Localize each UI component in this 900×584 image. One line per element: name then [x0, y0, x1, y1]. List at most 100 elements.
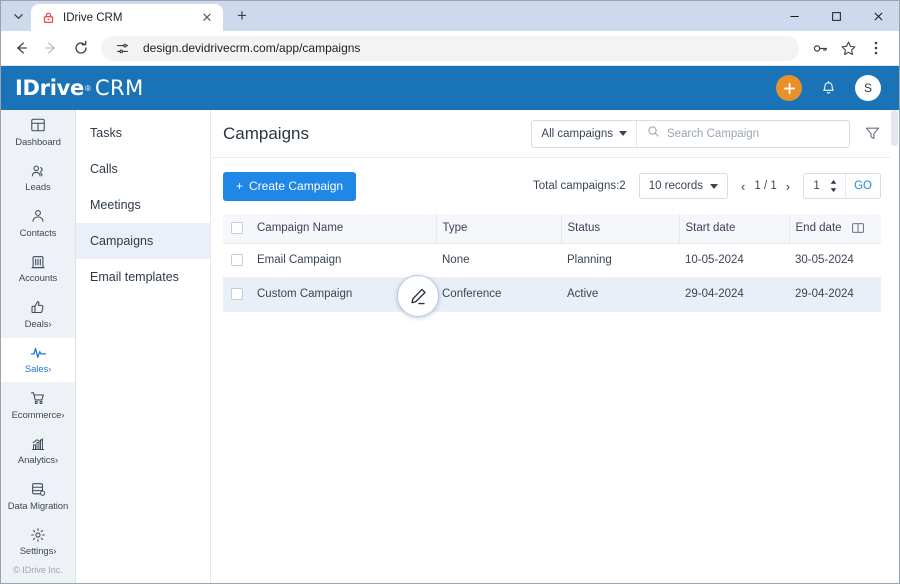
- plus-icon: +: [236, 179, 244, 193]
- cell-end-date: 29-04-2024: [789, 277, 881, 312]
- add-new-button[interactable]: [776, 75, 802, 101]
- header-end-date[interactable]: End date: [788, 214, 881, 244]
- back-button[interactable]: [7, 34, 35, 62]
- window-controls: [773, 1, 899, 31]
- sidebar-label: Ecommerce›: [11, 409, 65, 421]
- sidebar-item-contacts[interactable]: Contacts: [1, 201, 75, 246]
- tune-icon[interactable]: [109, 35, 135, 61]
- sidebar-label: Deals›: [24, 318, 52, 330]
- action-bar: + Create Campaign Total campaigns:2 10 r…: [211, 158, 899, 214]
- sidebar-item-analytics[interactable]: Analytics›: [1, 429, 75, 474]
- key-icon[interactable]: [807, 35, 833, 61]
- sidebar-item-sales[interactable]: Sales›: [1, 337, 75, 382]
- address-bar[interactable]: design.devidrivecrm.com/app/campaigns: [101, 35, 799, 61]
- vertical-scrollbar[interactable]: [890, 110, 899, 583]
- maximize-button[interactable]: [815, 1, 857, 31]
- minimize-button[interactable]: [773, 1, 815, 31]
- page-navigation: ‹ 1 / 1 ›: [741, 180, 790, 193]
- search-input[interactable]: [667, 127, 839, 140]
- sidebar-item-settings[interactable]: Settings›: [1, 520, 75, 565]
- funnel-icon[interactable]: [864, 125, 881, 142]
- sidebar-label: Data Migration: [7, 500, 69, 512]
- row-select-cell: [223, 243, 251, 278]
- browser-tabstrip: IDrive CRM ✕ +: [1, 1, 899, 31]
- subnav-item-campaigns[interactable]: Campaigns: [76, 223, 210, 259]
- table-row[interactable]: Custom Campaign Conference Active 29-04-…: [223, 277, 881, 312]
- bell-icon[interactable]: [820, 80, 837, 97]
- scope-value: All campaigns: [541, 127, 613, 140]
- star-icon[interactable]: [835, 35, 861, 61]
- chevron-down-icon: [619, 131, 627, 136]
- header-status[interactable]: Status: [560, 214, 679, 244]
- chevron-right-icon: ›: [48, 318, 52, 330]
- cell-type: None: [436, 243, 561, 278]
- subnav-item-email-templates[interactable]: Email templates: [76, 259, 210, 295]
- prev-page-button[interactable]: ‹: [741, 180, 745, 193]
- sidebar-item-dashboard[interactable]: Dashboard: [1, 110, 75, 155]
- page-indicator: 1 / 1: [754, 180, 777, 192]
- search-group: All campaigns: [531, 119, 850, 148]
- url-text: design.devidrivecrm.com/app/campaigns: [143, 41, 361, 55]
- contacts-icon: [30, 208, 46, 225]
- browser-tab[interactable]: IDrive CRM ✕: [31, 4, 223, 31]
- sidebar-item-leads[interactable]: Leads: [1, 156, 75, 201]
- chevron-right-icon: ›: [61, 409, 65, 421]
- cell-start-date: 10-05-2024: [679, 243, 789, 278]
- sidebar-item-data-migration[interactable]: Data Migration: [1, 474, 75, 519]
- cell-end-date: 30-05-2024: [789, 243, 881, 278]
- subnav-item-meetings[interactable]: Meetings: [76, 187, 210, 223]
- page-title: Campaigns: [223, 123, 309, 143]
- next-page-button[interactable]: ›: [786, 180, 790, 193]
- columns-toggle-icon[interactable]: [851, 221, 865, 235]
- header-type[interactable]: Type: [435, 214, 561, 244]
- tab-search-button[interactable]: [5, 3, 31, 29]
- sidebar-item-deals[interactable]: Deals›: [1, 292, 75, 337]
- cell-campaign-name[interactable]: Email Campaign: [251, 243, 436, 278]
- sidebar-copyright: © IDrive Inc.: [13, 565, 63, 575]
- campaign-scope-dropdown[interactable]: All campaigns: [532, 120, 637, 147]
- new-tab-button[interactable]: +: [229, 3, 255, 29]
- subnav-item-calls[interactable]: Calls: [76, 151, 210, 187]
- close-icon[interactable]: ✕: [199, 10, 215, 26]
- select-all-header: [223, 214, 251, 244]
- edit-pencil-icon[interactable]: [397, 275, 439, 317]
- app-body: Dashboard Leads Contacts Accounts Deals›…: [1, 110, 899, 583]
- table-row[interactable]: Email Campaign None Planning 10-05-2024 …: [223, 243, 881, 278]
- stepper-icon[interactable]: [829, 179, 845, 193]
- settings-icon: [30, 526, 46, 543]
- avatar[interactable]: S: [855, 75, 881, 101]
- logo-idrive-text: IDrive: [15, 76, 84, 100]
- records-value: 10 records: [648, 180, 704, 192]
- analytics-icon: [30, 435, 46, 452]
- search-box[interactable]: [637, 121, 849, 147]
- sidebar-item-accounts[interactable]: Accounts: [1, 247, 75, 292]
- row-checkbox[interactable]: [231, 253, 243, 266]
- kebab-menu-icon[interactable]: [863, 35, 889, 61]
- sidebar-label: Dashboard: [15, 136, 61, 148]
- sidebar-label: Settings›: [19, 546, 57, 558]
- create-campaign-button[interactable]: + Create Campaign: [223, 171, 357, 201]
- table-body: Email Campaign None Planning 10-05-2024 …: [223, 243, 881, 312]
- content-header: Campaigns All campaigns: [211, 110, 899, 158]
- header-start-date[interactable]: Start date: [678, 214, 789, 244]
- table-header: Campaign Name Type Status Start date End…: [223, 214, 881, 244]
- logo-registered-mark: ®: [84, 83, 91, 93]
- go-button[interactable]: GO: [845, 174, 880, 198]
- scrollbar-thumb[interactable]: [891, 110, 898, 146]
- header-campaign-name[interactable]: Campaign Name: [251, 214, 436, 244]
- app-logo[interactable]: IDrive ® CRM: [15, 76, 144, 100]
- records-per-page-dropdown[interactable]: 10 records: [638, 173, 729, 199]
- reload-button[interactable]: [67, 34, 95, 62]
- sidebar-label: Sales›: [24, 364, 52, 376]
- goto-page-input[interactable]: [804, 180, 830, 192]
- total-campaigns: Total campaigns:2: [532, 180, 626, 192]
- close-window-button[interactable]: [857, 1, 899, 31]
- row-checkbox[interactable]: [231, 287, 243, 300]
- sidebar-label: Accounts: [18, 273, 58, 285]
- subnav-item-tasks[interactable]: Tasks: [76, 115, 210, 151]
- select-all-checkbox[interactable]: [231, 222, 243, 235]
- forward-button[interactable]: [37, 34, 65, 62]
- sidebar-item-ecommerce[interactable]: Ecommerce›: [1, 383, 75, 428]
- main-content: Campaigns All campaigns Search Campaign …: [211, 110, 899, 583]
- cell-status: Planning: [561, 243, 679, 278]
